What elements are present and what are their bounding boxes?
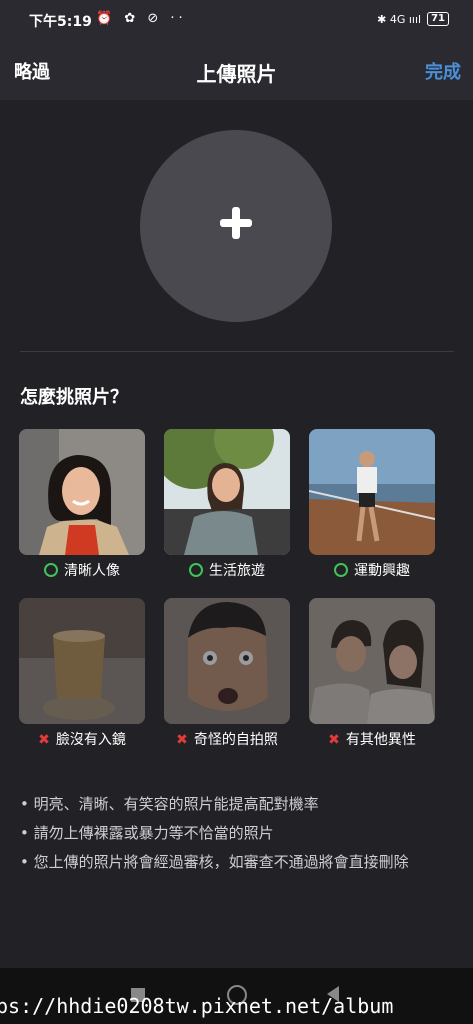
- good-caption-2: 生活旅遊: [154, 560, 300, 580]
- example-photo-portrait: [19, 429, 145, 555]
- good-label: 清晰人像: [64, 563, 120, 579]
- battery-icon: 71: [427, 12, 449, 26]
- example-photo-sport: [309, 429, 435, 555]
- example-photo-weird-selfie: [164, 598, 290, 724]
- bad-label: 奇怪的自拍照: [193, 732, 278, 748]
- notification-icons: ⏰ ✿ ⊘ ··: [96, 11, 187, 26]
- good-label: 運動興趣: [354, 563, 410, 579]
- tip-item: • 您上傳的照片將會經過審核，如審查不通過將會直接刪除: [20, 853, 409, 871]
- cross-icon: ✖: [176, 732, 188, 748]
- upload-photo-button[interactable]: [140, 130, 332, 322]
- tip-item: • 明亮、清晰、有笑容的照片能提高配對機率: [20, 795, 319, 813]
- top-bar: 上傳照片 略過 完成: [0, 40, 473, 100]
- main-content: 怎麼挑照片？ 清晰人像 生活旅遊 運動興趣 ✖ 臉沒有入鏡 ✖ 奇怪的自拍照 ✖…: [0, 100, 473, 968]
- guide-heading: 怎麼挑照片？: [20, 387, 128, 408]
- done-button[interactable]: 完成: [425, 58, 461, 84]
- example-photo-no-face: [19, 598, 145, 724]
- page-title: 上傳照片: [196, 62, 277, 86]
- watermark-text: ps://hhdie0208tw.pixnet.net/album: [0, 994, 394, 1018]
- status-bar: 下午5:19 ⏰ ✿ ⊘ ·· ✱ 4G ıııl 71: [0, 0, 473, 40]
- bad-caption-2: ✖ 奇怪的自拍照: [154, 729, 300, 749]
- good-caption-1: 清晰人像: [9, 560, 155, 580]
- bad-caption-3: ✖ 有其他異性: [299, 729, 445, 749]
- status-time: 下午5:19: [29, 14, 92, 30]
- example-photo-travel: [164, 429, 290, 555]
- bad-label: 臉沒有入鏡: [55, 732, 126, 748]
- cross-icon: ✖: [328, 732, 340, 748]
- divider: [20, 351, 454, 352]
- status-right: ✱ 4G ıııl 71: [377, 12, 449, 26]
- cross-icon: ✖: [38, 732, 50, 748]
- good-caption-3: 運動興趣: [299, 560, 445, 580]
- tip-item: • 請勿上傳裸露或暴力等不恰當的照片: [20, 824, 274, 842]
- check-circle-icon: [44, 563, 58, 577]
- plus-icon-bar: [232, 207, 240, 239]
- check-circle-icon: [189, 563, 203, 577]
- check-circle-icon: [334, 563, 348, 577]
- signal-icon: ✱ 4G ıııl: [377, 12, 422, 26]
- skip-button[interactable]: 略過: [14, 58, 50, 84]
- bad-caption-1: ✖ 臉沒有入鏡: [9, 729, 155, 749]
- example-photo-other-gender: [309, 598, 435, 724]
- good-label: 生活旅遊: [209, 563, 265, 579]
- bad-label: 有其他異性: [345, 732, 416, 748]
- tips-list: • 明亮、清晰、有笑容的照片能提高配對機率 • 請勿上傳裸露或暴力等不恰當的照片…: [20, 790, 460, 877]
